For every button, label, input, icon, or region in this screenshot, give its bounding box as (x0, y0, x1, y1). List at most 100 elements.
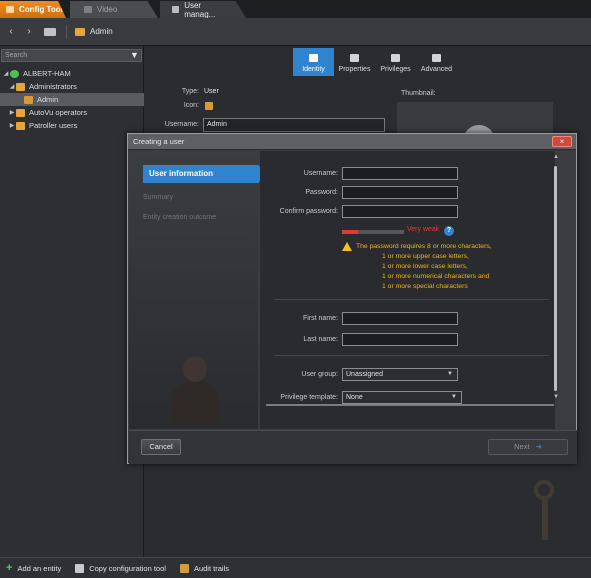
tab-user-management[interactable]: User manag... × (160, 1, 246, 18)
tab-properties[interactable]: Properties (334, 48, 375, 76)
section-divider (274, 299, 549, 300)
collapse-icon[interactable]: ▶ (8, 109, 16, 116)
tab-identity[interactable]: Identity (293, 48, 334, 76)
tree-item-albert-ham[interactable]: ◢ ALBERT-HAM (0, 67, 144, 80)
tab-advanced[interactable]: Advanced (416, 48, 457, 76)
password-strength-label: Very weak (407, 226, 440, 233)
user-silhouette (169, 356, 221, 424)
username-input[interactable] (342, 167, 458, 180)
tree-item-autovu-operators[interactable]: ▶ AutoVu operators (0, 106, 144, 119)
confirm-password-label: Confirm password: (279, 208, 338, 215)
create-user-dialog: Creating a user × User information Summa… (127, 133, 577, 464)
section-divider (274, 355, 549, 356)
next-label: Next (514, 442, 530, 451)
entity-tabs: Identity Properties Privileges Advanced (293, 48, 457, 76)
user-icon[interactable] (205, 102, 213, 110)
back-button[interactable]: ‹ (4, 26, 18, 37)
close-dialog-button[interactable]: × (552, 136, 572, 147)
privilege-template-select[interactable]: None ▼ (342, 391, 462, 404)
video-icon (84, 6, 92, 13)
filter-icon[interactable]: ▼ (130, 51, 139, 60)
user-group-value: Unassigned (346, 371, 383, 378)
user-group-select[interactable]: Unassigned ▼ (342, 368, 458, 381)
password-input[interactable] (342, 186, 458, 199)
group-icon (16, 121, 25, 130)
close-tab-icon[interactable]: × (241, 5, 246, 14)
user-icon (24, 95, 33, 104)
add-entity-button[interactable]: + Add an entity (6, 561, 62, 574)
cancel-button[interactable]: Cancel (141, 439, 181, 455)
tab-label: Privileges (380, 66, 411, 73)
scrollbar-thumb[interactable] (554, 166, 557, 391)
home-icon[interactable] (44, 27, 56, 36)
nav-separator (66, 24, 67, 39)
navigation-bar: ‹ › Admin (0, 18, 591, 46)
entity-tree: ◢ ALBERT-HAM ◢ Administrators Admin ▶ Au… (0, 67, 144, 132)
scroll-down-icon[interactable]: ▼ (552, 394, 560, 402)
tab-privileges[interactable]: Privileges (375, 48, 416, 76)
tab-label: Video (97, 5, 118, 14)
add-entity-label: Add an entity (17, 563, 62, 573)
user-group-label: User group: (301, 371, 338, 378)
entity-tree-panel: Search ▼ ◢ ALBERT-HAM ◢ Administrators A… (0, 46, 144, 557)
tree-item-label: Administrators (29, 82, 77, 91)
wizard-steps: User information Summary Entity creation… (129, 151, 267, 429)
tab-label: Advanced (420, 66, 453, 73)
properties-icon (350, 54, 359, 62)
tree-item-label: Patroller users (29, 121, 78, 130)
step-entity-creation-outcome: Entity creation outcome (143, 214, 217, 221)
icon-label: Icon: (183, 102, 199, 109)
requirement-line: 1 or more lower case letters, (382, 263, 468, 270)
chevron-down-icon: ▼ (447, 371, 453, 377)
tree-item-administrators[interactable]: ◢ Administrators (0, 80, 144, 93)
confirm-password-input[interactable] (342, 205, 458, 218)
copy-configuration-label: Copy configuration tool (89, 563, 166, 573)
tree-item-label: ALBERT-HAM (23, 69, 71, 78)
requirement-line: 1 or more upper case letters, (382, 253, 469, 260)
type-label: Type: (181, 88, 199, 95)
bottom-toolbar: + Add an entity Copy configuration tool … (0, 557, 591, 578)
help-icon[interactable]: ? (444, 226, 454, 236)
audit-icon (179, 563, 189, 573)
identity-icon (309, 54, 318, 62)
audit-trails-label: Audit trails (193, 563, 229, 573)
tab-label: Identity (302, 66, 325, 73)
tree-item-patroller-users[interactable]: ▶ Patroller users (0, 119, 144, 132)
tab-video[interactable]: Video (70, 1, 158, 18)
plus-icon: + (6, 561, 13, 574)
last-name-label: Last name: (303, 336, 338, 343)
expand-icon[interactable]: ◢ (8, 83, 16, 90)
thumbnail-label: Thumbnail: (401, 90, 436, 97)
next-button[interactable]: Next ➜ (488, 439, 568, 455)
first-name-input[interactable] (342, 312, 458, 325)
scroll-up-icon[interactable]: ▲ (552, 154, 560, 162)
collapse-icon[interactable]: ▶ (8, 122, 16, 129)
arrow-right-icon: ➜ (535, 442, 542, 451)
copy-configuration-tool-button[interactable]: Copy configuration tool (75, 563, 166, 573)
group-icon (16, 82, 25, 91)
breadcrumb[interactable]: Admin (90, 27, 113, 36)
user-group-icon (75, 27, 85, 36)
network-icon (10, 69, 19, 78)
form-scrollbar[interactable]: ▲ ▼ (552, 154, 560, 404)
type-value: User (204, 88, 219, 95)
tree-item-admin[interactable]: Admin (0, 93, 144, 106)
privilege-template-label: Privilege template: (280, 394, 338, 401)
horizontal-scrollbar[interactable] (266, 404, 554, 406)
search-input[interactable]: Search ▼ (1, 49, 142, 62)
step-user-information: User information (143, 165, 267, 183)
forward-button[interactable]: › (22, 26, 36, 37)
config-tool-icon (6, 6, 14, 13)
tab-label: User manag... (184, 0, 216, 19)
user-information-form: Username: Password: Confirm password: Ve… (260, 151, 555, 429)
last-name-input[interactable] (342, 333, 458, 346)
username-field[interactable]: Admin (203, 118, 385, 132)
username-label: Username: (164, 121, 199, 128)
audit-trails-button[interactable]: Audit trails (179, 563, 229, 573)
tab-config-tool[interactable]: Config Tool (0, 1, 66, 18)
step-summary: Summary (143, 194, 173, 201)
expand-icon[interactable]: ◢ (2, 70, 10, 77)
tab-strip: Config Tool Video User manag... × (0, 0, 591, 18)
warning-icon (342, 242, 352, 251)
password-strength-bar (342, 230, 404, 234)
